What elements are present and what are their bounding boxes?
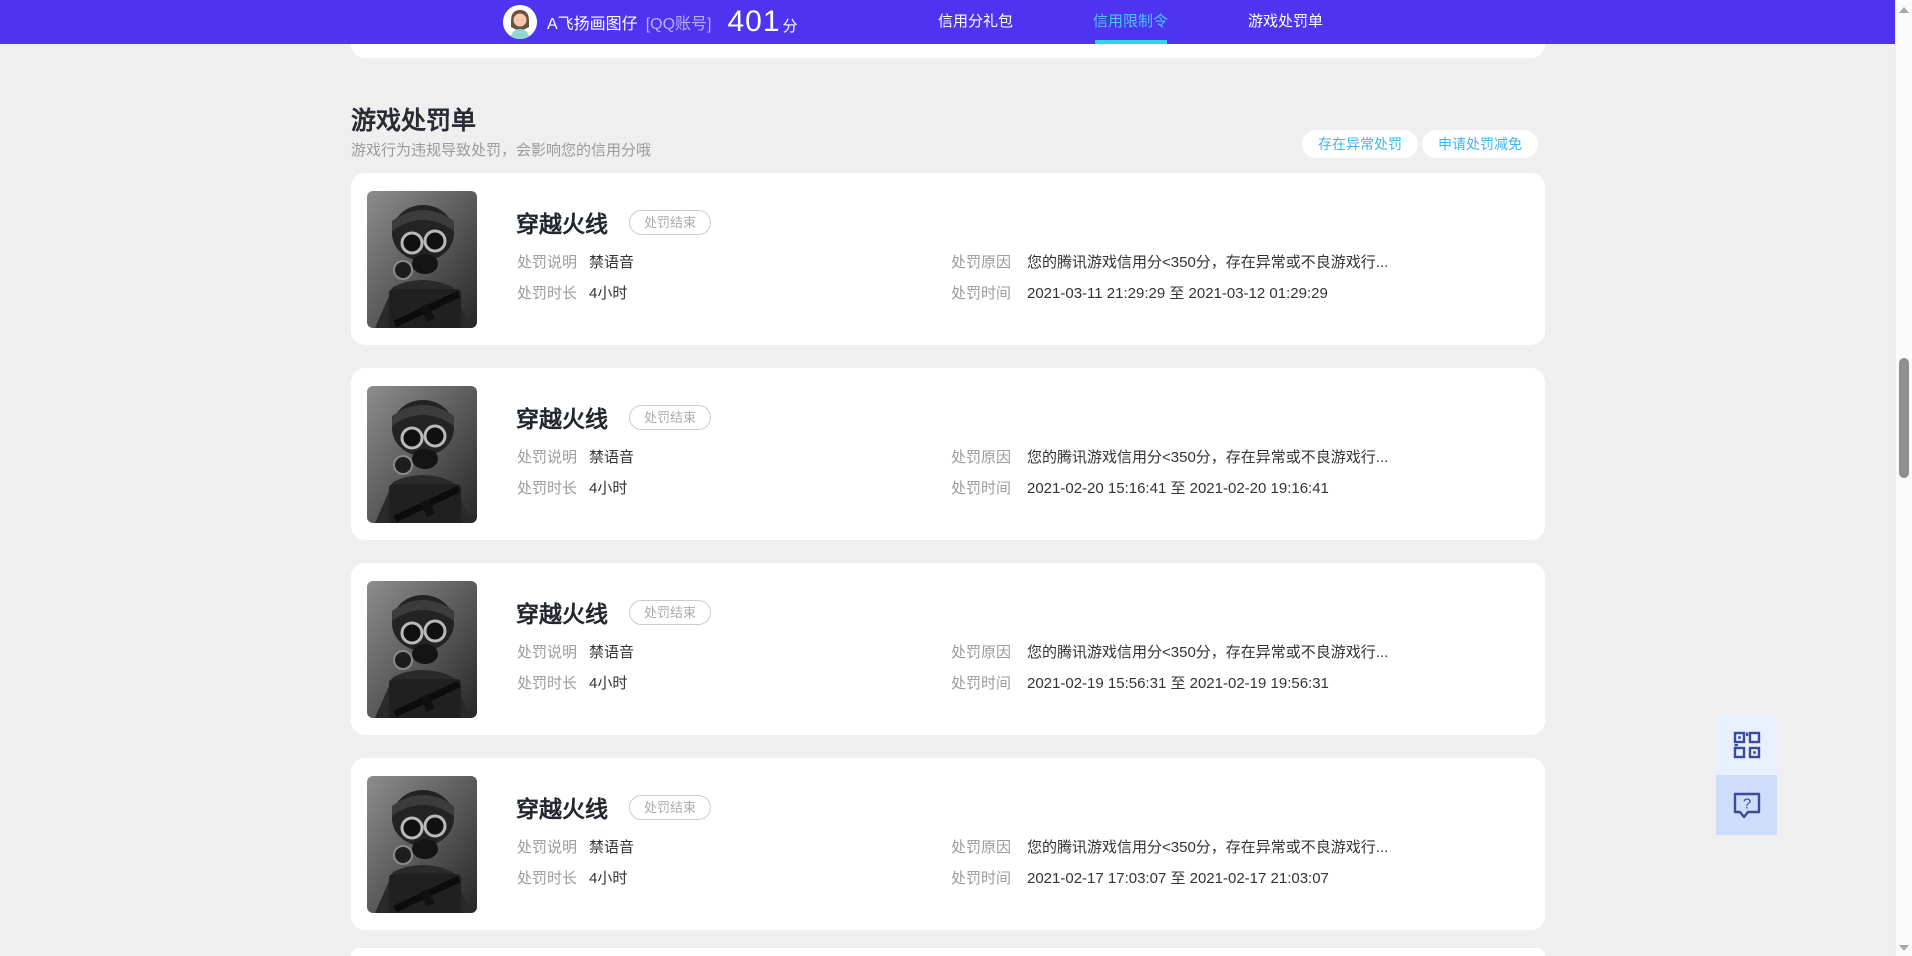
game-thumbnail [367, 191, 477, 328]
game-title: 穿越火线 [516, 601, 608, 627]
field-label: 处罚说明 [517, 449, 578, 466]
scrollbar-up-arrow-icon[interactable] [1899, 7, 1909, 13]
qr-code-icon [1733, 731, 1760, 759]
help-feedback-button[interactable]: ? [1716, 775, 1777, 835]
apply-relief-button[interactable]: 申请处罚减免 [1422, 130, 1538, 158]
game-thumbnail [367, 776, 477, 913]
field-label: 处罚时间 [951, 870, 1012, 887]
scrollbar-thumb[interactable] [1899, 358, 1909, 478]
partial-card-top [351, 44, 1545, 58]
field-value: 禁语音 [589, 644, 635, 661]
help-question-icon: ? [1733, 792, 1760, 819]
field-value: 您的腾讯游戏信用分<350分，存在异常或不良游戏行... [1027, 644, 1389, 661]
qr-code-button[interactable] [1716, 715, 1777, 775]
field-label: 处罚时长 [517, 285, 578, 302]
field-value: 您的腾讯游戏信用分<350分，存在异常或不良游戏行... [1027, 839, 1389, 856]
punishment-card: 穿越火线 处罚结束 处罚说明 禁语音 处罚时长 4小时 处罚原因 您的腾讯游戏信… [351, 368, 1545, 540]
field-value: 您的腾讯游戏信用分<350分，存在异常或不良游戏行... [1027, 449, 1389, 466]
game-thumbnail [367, 386, 477, 523]
field-value: 2021-02-20 15:16:41 至 2021-02-20 19:16:4… [1027, 480, 1329, 497]
field-value: 2021-02-19 15:56:31 至 2021-02-19 19:56:3… [1027, 675, 1329, 692]
field-label: 处罚时长 [517, 870, 578, 887]
status-badge: 处罚结束 [629, 210, 712, 235]
svg-text:?: ? [1742, 796, 1750, 813]
field-value: 您的腾讯游戏信用分<350分，存在异常或不良游戏行... [1027, 254, 1389, 271]
field-label: 处罚原因 [951, 839, 1012, 856]
partial-card-bottom [351, 948, 1545, 956]
field-value: 禁语音 [589, 449, 635, 466]
status-badge: 处罚结束 [629, 795, 712, 820]
page-subtitle: 游戏行为违规导致处罚，会影响您的信用分哦 [351, 142, 652, 159]
game-thumbnail [367, 581, 477, 718]
field-value: 4小时 [589, 480, 628, 497]
punishment-card: 穿越火线 处罚结束 处罚说明 禁语音 处罚时长 4小时 处罚原因 您的腾讯游戏信… [351, 563, 1545, 735]
field-label: 处罚时间 [951, 285, 1012, 302]
field-value: 2021-02-17 17:03:07 至 2021-02-17 21:03:0… [1027, 870, 1329, 887]
punishment-card: 穿越火线 处罚结束 处罚说明 禁语音 处罚时长 4小时 处罚原因 您的腾讯游戏信… [351, 173, 1545, 345]
field-value: 4小时 [589, 285, 628, 302]
game-title: 穿越火线 [516, 796, 608, 822]
floating-tool-stack: ? [1716, 715, 1777, 835]
field-value: 禁语音 [589, 839, 635, 856]
scrollbar[interactable] [1895, 0, 1912, 956]
field-label: 处罚原因 [951, 254, 1012, 271]
field-label: 处罚说明 [517, 644, 578, 661]
scrollbar-down-arrow-icon[interactable] [1899, 945, 1909, 951]
abnormal-punishment-button[interactable]: 存在异常处罚 [1302, 130, 1418, 158]
content-column: 游戏处罚单 游戏行为违规导致处罚，会影响您的信用分哦 存在异常处罚 申请处罚减免… [351, 0, 1545, 956]
field-value: 4小时 [589, 675, 628, 692]
field-label: 处罚时长 [517, 480, 578, 497]
field-label: 处罚时长 [517, 675, 578, 692]
field-value: 2021-03-11 21:29:29 至 2021-03-12 01:29:2… [1027, 285, 1328, 302]
punishment-card: 穿越火线 处罚结束 处罚说明 禁语音 处罚时长 4小时 处罚原因 您的腾讯游戏信… [351, 758, 1545, 930]
field-label: 处罚说明 [517, 254, 578, 271]
field-value: 禁语音 [589, 254, 635, 271]
page-title: 游戏处罚单 [351, 107, 477, 135]
field-label: 处罚说明 [517, 839, 578, 856]
status-badge: 处罚结束 [629, 405, 712, 430]
field-label: 处罚时间 [951, 480, 1012, 497]
field-label: 处罚原因 [951, 449, 1012, 466]
field-label: 处罚原因 [951, 644, 1012, 661]
game-title: 穿越火线 [516, 211, 608, 237]
status-badge: 处罚结束 [629, 600, 712, 625]
game-title: 穿越火线 [516, 406, 608, 432]
field-value: 4小时 [589, 870, 628, 887]
field-label: 处罚时间 [951, 675, 1012, 692]
